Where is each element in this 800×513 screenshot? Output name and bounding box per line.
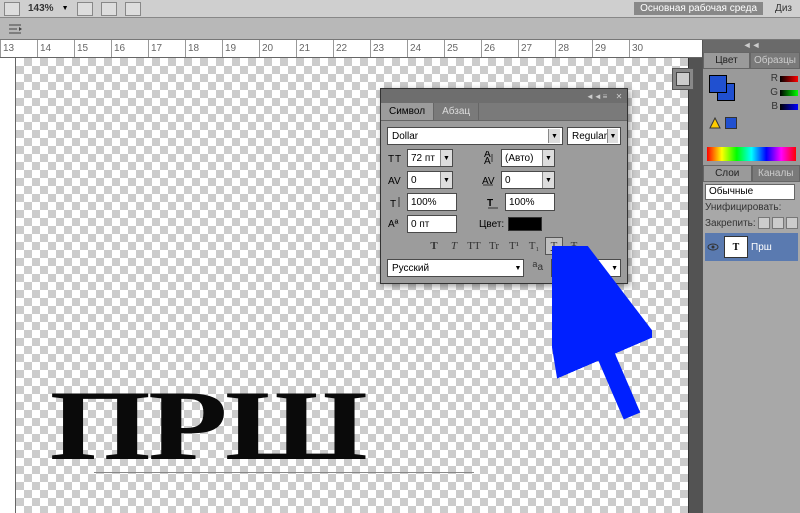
strikethrough-button[interactable]: Ŧ: [565, 237, 583, 255]
text-layer-content[interactable]: ПРШ: [50, 368, 365, 483]
vscale-icon: T: [387, 194, 403, 210]
leading-icon: AA: [481, 150, 497, 166]
hscale-input[interactable]: 100%: [505, 193, 555, 211]
fg-bg-swatch[interactable]: [709, 75, 737, 103]
tracking-icon: AV: [481, 172, 497, 188]
tab-character[interactable]: Символ: [381, 103, 434, 120]
lock-pixels-icon[interactable]: [772, 217, 784, 229]
r-slider[interactable]: [780, 76, 798, 82]
tab-channels[interactable]: Каналы: [752, 165, 800, 182]
small-caps-button[interactable]: Tr: [485, 237, 503, 255]
grid-icon-1[interactable]: [77, 2, 93, 16]
svg-text:V: V: [394, 176, 401, 186]
font-size-input[interactable]: 72 пт▼: [407, 149, 453, 167]
svg-text:T: T: [487, 198, 493, 209]
color-panel-body: R G B: [703, 69, 800, 147]
gamut-warning-icon[interactable]: [709, 117, 721, 129]
vertical-ruler: [0, 58, 16, 513]
grid-icon-3[interactable]: [125, 2, 141, 16]
layers-panel-body: Обычные Унифицировать: Закрепить: T Прш: [703, 182, 800, 513]
web-safe-icon[interactable]: [725, 117, 737, 129]
underline-button[interactable]: T: [545, 237, 563, 255]
svg-text:T: T: [390, 199, 396, 209]
unify-label: Унифицировать:: [705, 202, 781, 213]
right-panels: ◄◄ Цвет Образцы R G B Слои Каналы Обычны…: [702, 40, 800, 513]
lock-label: Закрепить:: [705, 218, 756, 229]
svg-text:A: A: [484, 156, 491, 165]
svg-text:T: T: [388, 154, 394, 165]
tab-layers[interactable]: Слои: [703, 165, 752, 182]
faux-italic-button[interactable]: T: [445, 237, 463, 255]
hscale-icon: T: [485, 194, 501, 210]
svg-text:Aª: Aª: [388, 219, 399, 230]
tracking-input[interactable]: 0▼: [501, 171, 555, 189]
close-icon[interactable]: ✕: [614, 92, 624, 100]
tab-swatches[interactable]: Образцы: [750, 52, 800, 69]
foreground-color[interactable]: [709, 75, 727, 93]
menu-icon[interactable]: ≡: [600, 92, 610, 100]
baseline-input[interactable]: 0 пт: [407, 215, 457, 233]
antialias-select[interactable]: Резко▼: [551, 259, 621, 277]
panel-header[interactable]: ◄◄ ≡ ✕: [381, 89, 627, 103]
zoom-label[interactable]: 143%: [28, 3, 54, 14]
all-caps-button[interactable]: TT: [465, 237, 483, 255]
kerning-input[interactable]: 0▼: [407, 171, 453, 189]
design-button[interactable]: Диз: [771, 3, 796, 14]
text-underline: [94, 472, 474, 473]
blend-mode-select[interactable]: Обычные: [705, 184, 795, 200]
antialias-icon: aa: [530, 259, 545, 277]
color-ramp[interactable]: [707, 147, 796, 161]
layer-name[interactable]: Прш: [751, 242, 772, 253]
font-size-icon: TT: [387, 150, 403, 166]
kerning-icon: AV: [387, 172, 403, 188]
b-slider[interactable]: [780, 104, 798, 110]
font-family-select[interactable]: Dollar▼: [387, 127, 563, 145]
workspace-button[interactable]: Основная рабочая среда: [634, 2, 763, 15]
color-label: Цвет:: [479, 219, 504, 230]
superscript-button[interactable]: T¹: [505, 237, 523, 255]
character-panel: ◄◄ ≡ ✕ Символ Абзац Dollar▼ Regular▼ TT …: [380, 88, 628, 284]
type-style-buttons: T T TT Tr T¹ T₁ T Ŧ: [387, 237, 621, 255]
lock-position-icon[interactable]: [786, 217, 798, 229]
leading-input[interactable]: (Авто)▼: [501, 149, 555, 167]
tool-icon[interactable]: [4, 2, 20, 16]
top-toolbar: 143% ▼ Основная рабочая среда Диз: [0, 0, 800, 18]
lock-transparency-icon[interactable]: [758, 217, 770, 229]
tab-paragraph[interactable]: Абзац: [434, 103, 479, 120]
horizontal-ruler: 13 14 15 16 17 18 19 20 21 22 23 24 25 2…: [0, 40, 702, 58]
text-color-swatch[interactable]: [508, 217, 542, 231]
language-select[interactable]: Русский▼: [387, 259, 524, 277]
subscript-button[interactable]: T₁: [525, 237, 543, 255]
grid-icon-2[interactable]: [101, 2, 117, 16]
tab-color[interactable]: Цвет: [703, 52, 750, 69]
font-style-select[interactable]: Regular▼: [567, 127, 621, 145]
collapse-icon[interactable]: ◄◄: [703, 40, 800, 52]
visibility-icon[interactable]: [705, 239, 721, 255]
layer-row[interactable]: T Прш: [705, 233, 798, 261]
g-slider[interactable]: [780, 90, 798, 96]
minimize-icon[interactable]: ◄◄: [586, 92, 596, 100]
svg-text:T: T: [395, 154, 401, 165]
vscale-input[interactable]: 100%: [407, 193, 457, 211]
options-bar: [0, 18, 800, 40]
faux-bold-button[interactable]: T: [425, 237, 443, 255]
layer-thumbnail[interactable]: T: [724, 236, 748, 258]
indent-icon[interactable]: [6, 21, 24, 37]
baseline-icon: Aª: [387, 216, 403, 232]
scrollbar-v[interactable]: [688, 58, 702, 513]
dock-icon[interactable]: [672, 68, 694, 90]
